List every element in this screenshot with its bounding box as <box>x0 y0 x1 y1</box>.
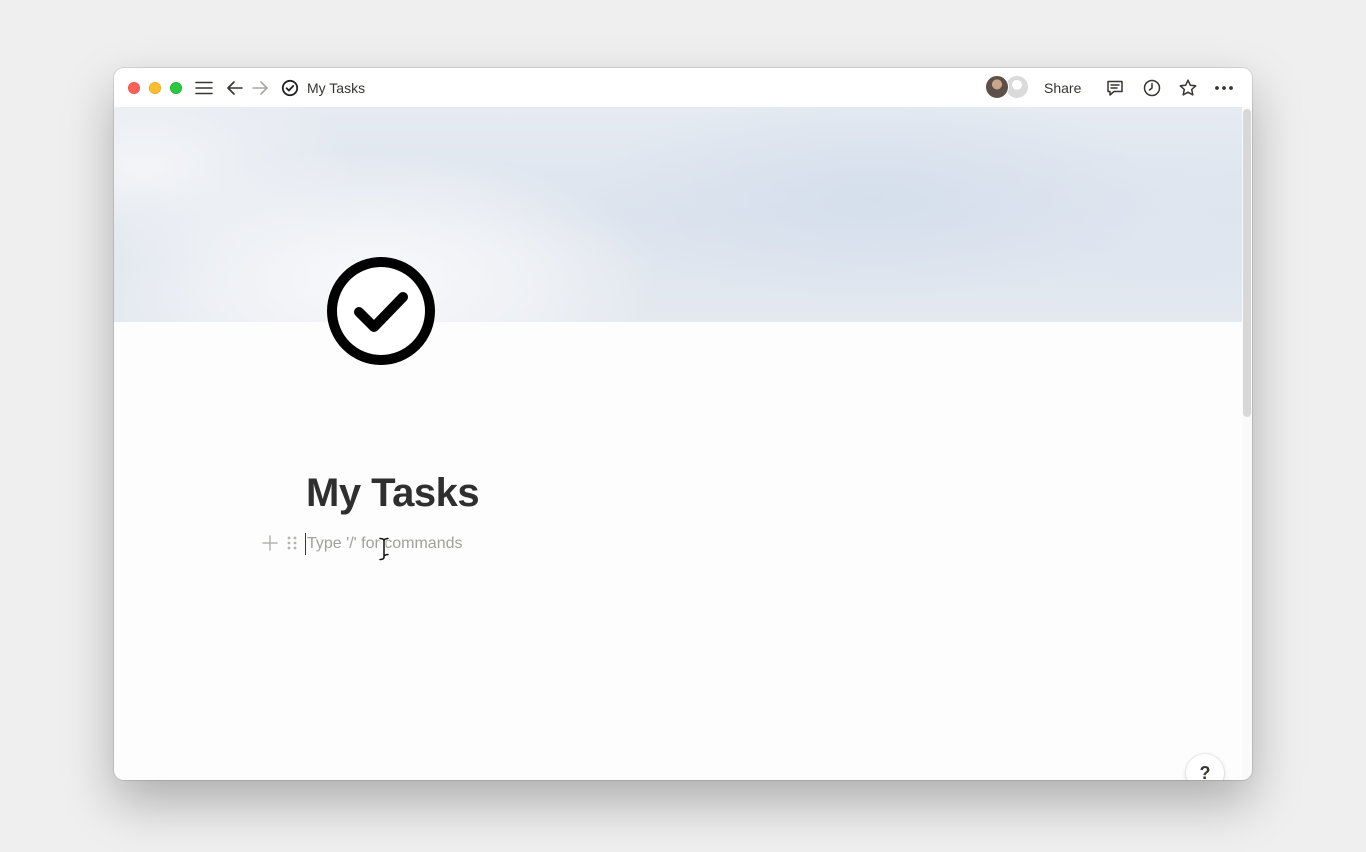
user-avatar[interactable] <box>985 75 1009 99</box>
share-button[interactable]: Share <box>1042 78 1083 98</box>
drag-handle-icon[interactable] <box>285 534 299 552</box>
hamburger-menu-icon[interactable] <box>194 78 214 98</box>
minimize-window-button[interactable] <box>149 82 161 94</box>
text-cursor-icon <box>378 536 390 562</box>
check-circle-icon[interactable] <box>326 256 436 366</box>
arrow-right-icon[interactable] <box>250 78 270 98</box>
breadcrumb-page-title[interactable]: My Tasks <box>307 79 365 97</box>
arrow-left-icon[interactable] <box>225 78 245 98</box>
block-text-input[interactable] <box>305 533 607 555</box>
clock-icon[interactable] <box>1141 77 1163 99</box>
ellipsis-icon[interactable] <box>1213 77 1235 99</box>
comment-icon[interactable] <box>1104 77 1126 99</box>
close-window-button[interactable] <box>128 82 140 94</box>
page-title[interactable]: My Tasks <box>306 465 480 521</box>
title-bar: My Tasks Share <box>114 68 1252 107</box>
plus-icon[interactable] <box>261 534 279 552</box>
help-button[interactable]: ? <box>1186 754 1224 780</box>
page-content: My Tasks ? <box>114 107 1242 780</box>
check-circle-icon <box>280 78 300 98</box>
maximize-window-button[interactable] <box>170 82 182 94</box>
scrollbar-thumb[interactable] <box>1243 109 1251 417</box>
app-window: My Tasks Share My Tasks Type '/' for com… <box>114 68 1252 780</box>
cover-image[interactable] <box>114 107 1242 322</box>
star-icon[interactable] <box>1177 77 1199 99</box>
